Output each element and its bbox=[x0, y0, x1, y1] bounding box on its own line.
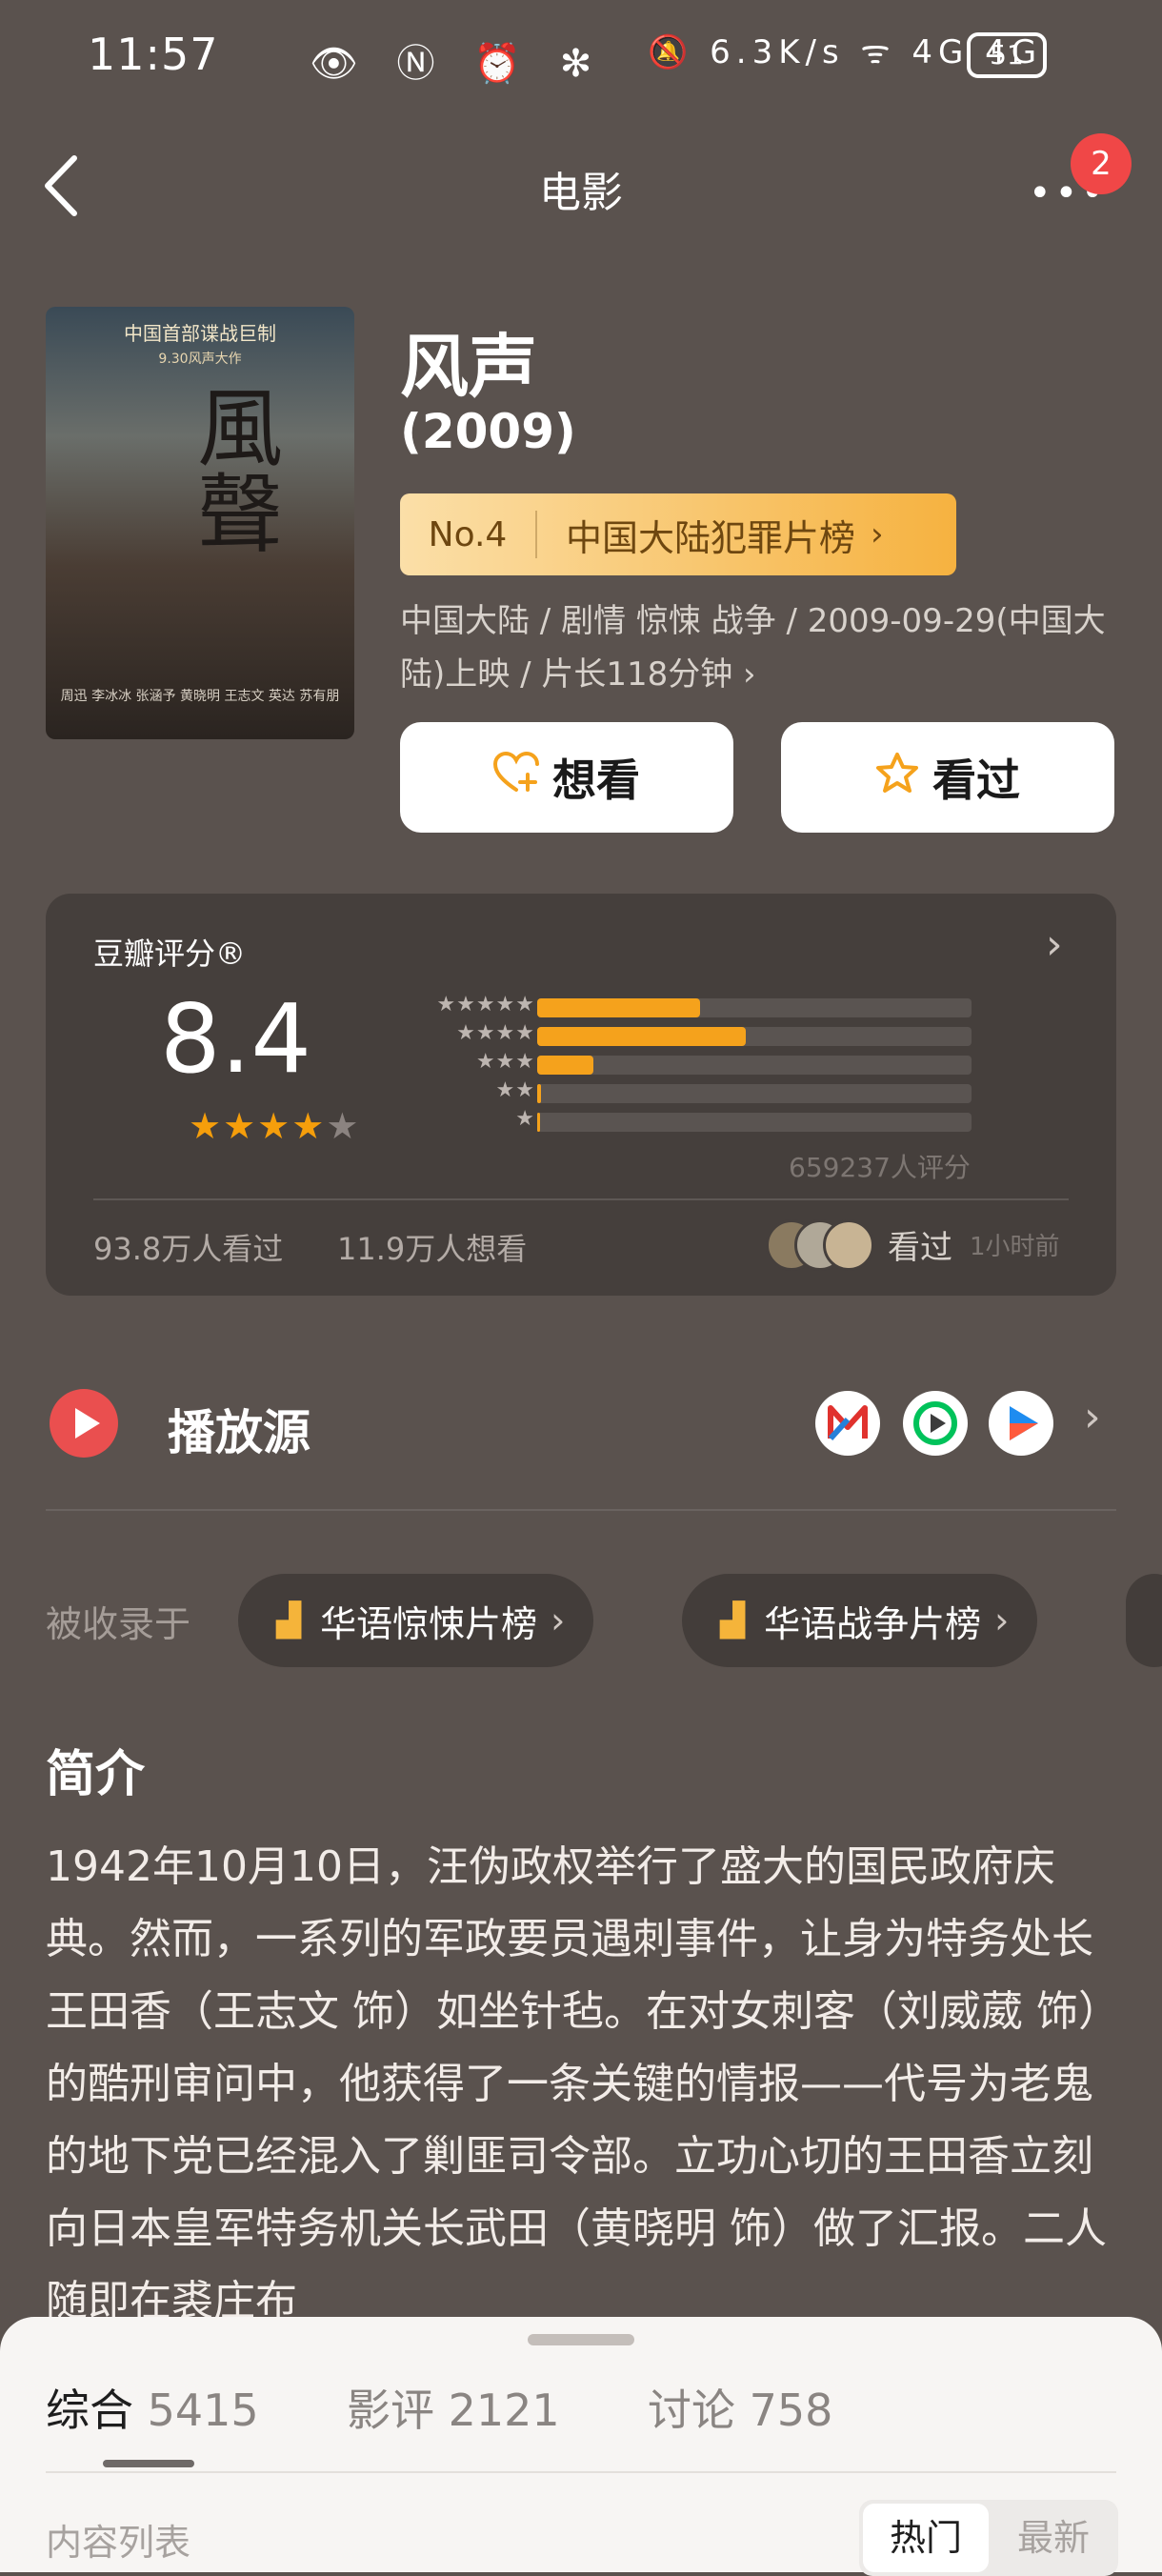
tab-label: 综合 bbox=[46, 2385, 133, 2436]
section-divider bbox=[46, 1509, 1116, 1511]
distribution-bar-fill bbox=[537, 1084, 541, 1103]
seen-button[interactable]: 看过 bbox=[781, 722, 1114, 833]
sort-toggle[interactable]: 热门 最新 bbox=[859, 2500, 1118, 2576]
poster-tagline: 中国首部谍战巨制 bbox=[124, 322, 276, 345]
chevron-right-icon: › bbox=[551, 1600, 566, 1641]
star-filled-icon: ★ bbox=[189, 1105, 224, 1147]
status-bar: 11:57 👁 Ⓝ ⏰ ✻ 🔕 6.3K/s ᯤ 4G 4G 51 bbox=[0, 0, 1162, 114]
sheet-divider bbox=[46, 2471, 1116, 2473]
want-count: 11.9万人想看 bbox=[337, 1231, 528, 1267]
rank-number: No.4 bbox=[428, 514, 508, 554]
tab-count: 5415 bbox=[147, 2385, 259, 2436]
friend-time: 1小时前 bbox=[970, 1233, 1060, 1261]
rating-divider bbox=[93, 1198, 1069, 1200]
tab-count: 2121 bbox=[448, 2385, 560, 2436]
mgtv-icon[interactable] bbox=[815, 1391, 880, 1456]
distribution-bar bbox=[537, 1084, 972, 1103]
distribution-stars-label: ★★★★ bbox=[456, 1021, 535, 1045]
medal-icon: ▟ bbox=[720, 1601, 746, 1640]
distribution-stars-label: ★★★★★ bbox=[436, 993, 535, 1016]
collection-chip[interactable]: ▟ 华语战争片榜 › bbox=[682, 1574, 1038, 1667]
rating-label: 豆瓣评分® bbox=[93, 936, 247, 972]
star-filled-icon: ★ bbox=[291, 1105, 327, 1147]
battery-icon: 51 bbox=[967, 32, 1047, 78]
chevron-right-icon: › bbox=[871, 515, 884, 553]
play-icon[interactable] bbox=[50, 1389, 118, 1458]
tab-discussion[interactable]: 讨论 758 bbox=[648, 2376, 832, 2439]
movie-year: (2009) bbox=[400, 404, 576, 459]
distribution-bar bbox=[537, 1056, 972, 1075]
heart-plus-icon bbox=[492, 751, 539, 804]
rank-badge[interactable]: No.4 中国大陆犯罪片榜 › bbox=[400, 493, 956, 575]
rank-divider bbox=[535, 511, 537, 558]
want-to-watch-button[interactable]: 想看 bbox=[400, 722, 733, 833]
chevron-right-icon: › bbox=[994, 1600, 1010, 1641]
collections-label: 被收录于 bbox=[46, 1603, 191, 1645]
collection-name: 华语战争片榜 bbox=[764, 1602, 982, 1645]
collection-chip-partial[interactable] bbox=[1126, 1574, 1162, 1667]
distribution-stars-label: ★ bbox=[515, 1107, 535, 1131]
poster-calligraphy: 風聲 bbox=[182, 383, 282, 554]
rank-list-name: 中国大陆犯罪片榜 bbox=[566, 516, 856, 559]
collection-chip[interactable]: ▟ 华语惊悚片榜 › bbox=[238, 1574, 594, 1667]
chevron-right-icon[interactable]: › bbox=[1046, 920, 1063, 969]
movie-title: 风声 bbox=[400, 327, 538, 407]
distribution-bar-fill bbox=[537, 1056, 593, 1075]
distribution-bar-fill bbox=[537, 1113, 540, 1132]
star-outline-icon bbox=[875, 752, 919, 804]
sort-new-button[interactable]: 最新 bbox=[992, 2504, 1114, 2572]
movie-poster[interactable]: 中国首部谍战巨制 9.30风声大作 風聲 周迅 李冰冰 张涵予 黄晓明 王志文 … bbox=[46, 307, 354, 739]
bottom-sheet[interactable]: 综合 5415 影评 2121 讨论 758 内容列表 热门 最新 bbox=[0, 2317, 1162, 2576]
play-source-label[interactable]: 播放源 bbox=[168, 1395, 311, 1463]
poster-subtag: 9.30风声大作 bbox=[158, 352, 242, 367]
tab-count: 758 bbox=[749, 2385, 833, 2436]
distribution-bar bbox=[537, 1113, 972, 1132]
tab-general[interactable]: 综合 5415 bbox=[46, 2376, 259, 2439]
notification-badge: 2 bbox=[1071, 133, 1132, 194]
star-filled-icon: ★ bbox=[223, 1105, 258, 1147]
avatar[interactable] bbox=[823, 1219, 874, 1271]
iqiyi-icon[interactable] bbox=[903, 1391, 968, 1456]
rating-count: 659237人评分 bbox=[789, 1152, 971, 1183]
tab-indicator bbox=[103, 2460, 194, 2467]
poster-credits: 周迅 李冰冰 张涵予 黄晓明 王志文 英达 苏有朋 bbox=[60, 689, 340, 704]
page-title: 电影 bbox=[539, 169, 623, 217]
youku-icon[interactable] bbox=[989, 1391, 1053, 1456]
movie-meta[interactable]: 中国大陆 / 剧情 惊悚 战争 / 2009-09-29(中国大陆)上映 / 片… bbox=[400, 594, 1124, 701]
distribution-bar bbox=[537, 1027, 972, 1046]
tab-reviews[interactable]: 影评 2121 bbox=[347, 2376, 560, 2439]
distribution-stars-label: ★★★ bbox=[475, 1050, 535, 1074]
drag-handle[interactable] bbox=[528, 2334, 634, 2345]
distribution-bar-fill bbox=[537, 998, 700, 1017]
distribution-bar-fill bbox=[537, 1027, 746, 1046]
seen-label: 看过 bbox=[932, 755, 1020, 806]
rating-stars: ★★★★★ bbox=[189, 1105, 360, 1147]
tab-label: 讨论 bbox=[648, 2385, 735, 2436]
status-time: 11:57 bbox=[88, 29, 219, 80]
star-empty-icon: ★ bbox=[326, 1105, 361, 1147]
distribution-bar bbox=[537, 998, 972, 1017]
collection-name: 华语惊悚片榜 bbox=[320, 1602, 538, 1645]
distribution-stars-label: ★★ bbox=[495, 1078, 535, 1102]
want-label: 想看 bbox=[552, 755, 640, 806]
intro-text[interactable]: 1942年10月10日，汪伪政权举行了盛大的国民政府庆典。然而，一系列的军政要员… bbox=[46, 1831, 1116, 2338]
star-filled-icon: ★ bbox=[257, 1105, 292, 1147]
friend-status: 看过 bbox=[888, 1229, 952, 1267]
sort-hot-button[interactable]: 热门 bbox=[863, 2504, 989, 2572]
content-list-label: 内容列表 bbox=[46, 2522, 191, 2564]
chevron-right-icon[interactable]: › bbox=[1084, 1393, 1101, 1441]
intro-heading: 简介 bbox=[46, 1746, 146, 1803]
tab-label: 影评 bbox=[347, 2385, 434, 2436]
seen-count: 93.8万人看过 bbox=[93, 1231, 284, 1267]
rating-card[interactable]: 豆瓣评分® › 8.4 ★★★★★ 659237人评分 93.8万人看过 11.… bbox=[46, 894, 1116, 1296]
rating-score: 8.4 bbox=[160, 983, 312, 1095]
status-left-icons: 👁 Ⓝ ⏰ ✻ bbox=[310, 42, 606, 86]
medal-icon: ▟ bbox=[276, 1601, 302, 1640]
